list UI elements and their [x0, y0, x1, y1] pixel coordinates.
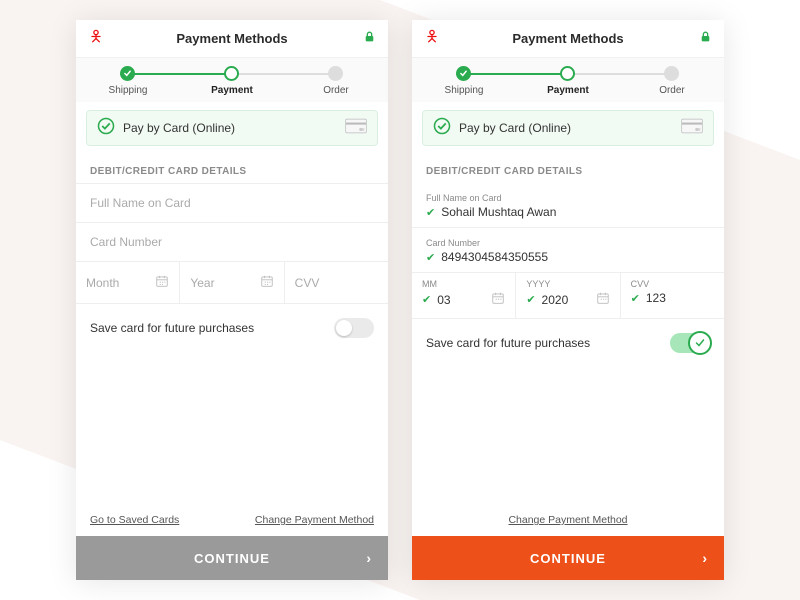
check-icon: ✔ — [426, 251, 435, 264]
step-dot-current — [560, 66, 575, 81]
save-card-label: Save card for future purchases — [90, 321, 254, 335]
card-number-input[interactable]: Card Number — [76, 223, 388, 262]
check-icon: ✔ — [526, 293, 535, 306]
check-icon: ✔ — [631, 292, 640, 305]
section-header: DEBIT/CREDIT CARD DETAILS — [412, 154, 724, 183]
card-form: Full Name on Card ✔ Sohail Mushtaq Awan … — [412, 183, 724, 319]
save-card-toggle[interactable] — [670, 333, 710, 353]
year-input[interactable]: Year — [180, 262, 284, 303]
save-card-toggle[interactable] — [334, 318, 374, 338]
calendar-icon — [260, 274, 274, 291]
footer-links: Go to Saved Cards Change Payment Method — [76, 514, 388, 536]
payment-method-pill[interactable]: Pay by Card (Online) — [86, 110, 378, 146]
save-card-row: Save card for future purchases — [412, 319, 724, 367]
continue-button[interactable]: CONTINUE › — [76, 536, 388, 580]
check-icon — [688, 331, 712, 355]
save-card-label: Save card for future purchases — [426, 336, 590, 350]
brand-logo-icon — [88, 28, 104, 49]
month-input[interactable]: Month — [76, 262, 180, 303]
cvv-input[interactable]: CVV ✔ 123 — [621, 273, 724, 318]
continue-button[interactable]: CONTINUE › — [412, 536, 724, 580]
check-icon: ✔ — [422, 293, 431, 306]
name-value: Sohail Mushtaq Awan — [441, 205, 556, 219]
card-icon — [681, 118, 703, 139]
stepper-line — [232, 73, 338, 75]
step-shipping[interactable]: Shipping — [77, 66, 180, 96]
step-shipping[interactable]: Shipping — [413, 66, 516, 96]
step-dot-pending — [328, 66, 343, 81]
lock-icon — [363, 29, 376, 48]
step-payment[interactable]: Payment — [181, 66, 284, 96]
name-input[interactable]: Full Name on Card — [76, 184, 388, 223]
calendar-icon — [596, 291, 610, 308]
card-number-value: 8494304584350555 — [441, 250, 548, 264]
calendar-icon — [155, 274, 169, 291]
cvv-value: 123 — [646, 291, 666, 305]
change-method-link[interactable]: Change Payment Method — [255, 514, 374, 526]
step-order[interactable]: Order — [621, 66, 724, 96]
step-order[interactable]: Order — [285, 66, 388, 96]
cvv-input[interactable]: CVV — [285, 262, 388, 303]
name-input[interactable]: Full Name on Card ✔ Sohail Mushtaq Awan — [412, 183, 724, 228]
chevron-right-icon: › — [702, 550, 708, 566]
section-header: DEBIT/CREDIT CARD DETAILS — [76, 154, 388, 183]
step-dot-current — [224, 66, 239, 81]
year-value: 2020 — [542, 293, 569, 307]
check-icon — [456, 66, 471, 81]
footer-links: Change Payment Method — [412, 514, 724, 536]
check-circle-icon — [97, 117, 115, 140]
payment-method-label: Pay by Card (Online) — [123, 121, 235, 135]
title-bar: Payment Methods — [412, 20, 724, 58]
save-card-row: Save card for future purchases — [76, 304, 388, 352]
lock-icon — [699, 29, 712, 48]
stepper-line — [126, 73, 232, 75]
card-number-input[interactable]: Card Number ✔ 8494304584350555 — [412, 228, 724, 273]
payment-screen-empty: Payment Methods Shipping Payment Order — [76, 20, 388, 580]
title-bar: Payment Methods — [76, 20, 388, 58]
card-form: Full Name on Card Card Number Month Year… — [76, 183, 388, 304]
brand-logo-icon — [424, 28, 440, 49]
payment-screen-filled: Payment Methods Shipping Payment Order — [412, 20, 724, 580]
step-dot-pending — [664, 66, 679, 81]
page-title: Payment Methods — [512, 31, 623, 46]
checkout-stepper: Shipping Payment Order — [412, 58, 724, 102]
month-input[interactable]: MM ✔ 03 — [412, 273, 516, 318]
chevron-right-icon: › — [366, 550, 372, 566]
payment-method-label: Pay by Card (Online) — [459, 121, 571, 135]
change-method-link[interactable]: Change Payment Method — [508, 514, 627, 526]
step-payment[interactable]: Payment — [517, 66, 620, 96]
stepper-line — [568, 73, 674, 75]
page-title: Payment Methods — [176, 31, 287, 46]
stepper-line — [462, 73, 568, 75]
check-icon — [120, 66, 135, 81]
checkout-stepper: Shipping Payment Order — [76, 58, 388, 102]
check-circle-icon — [433, 117, 451, 140]
month-value: 03 — [437, 293, 450, 307]
calendar-icon — [491, 291, 505, 308]
year-input[interactable]: YYYY ✔ 2020 — [516, 273, 620, 318]
payment-method-pill[interactable]: Pay by Card (Online) — [422, 110, 714, 146]
card-icon — [345, 118, 367, 139]
check-icon: ✔ — [426, 206, 435, 219]
saved-cards-link[interactable]: Go to Saved Cards — [90, 514, 179, 526]
